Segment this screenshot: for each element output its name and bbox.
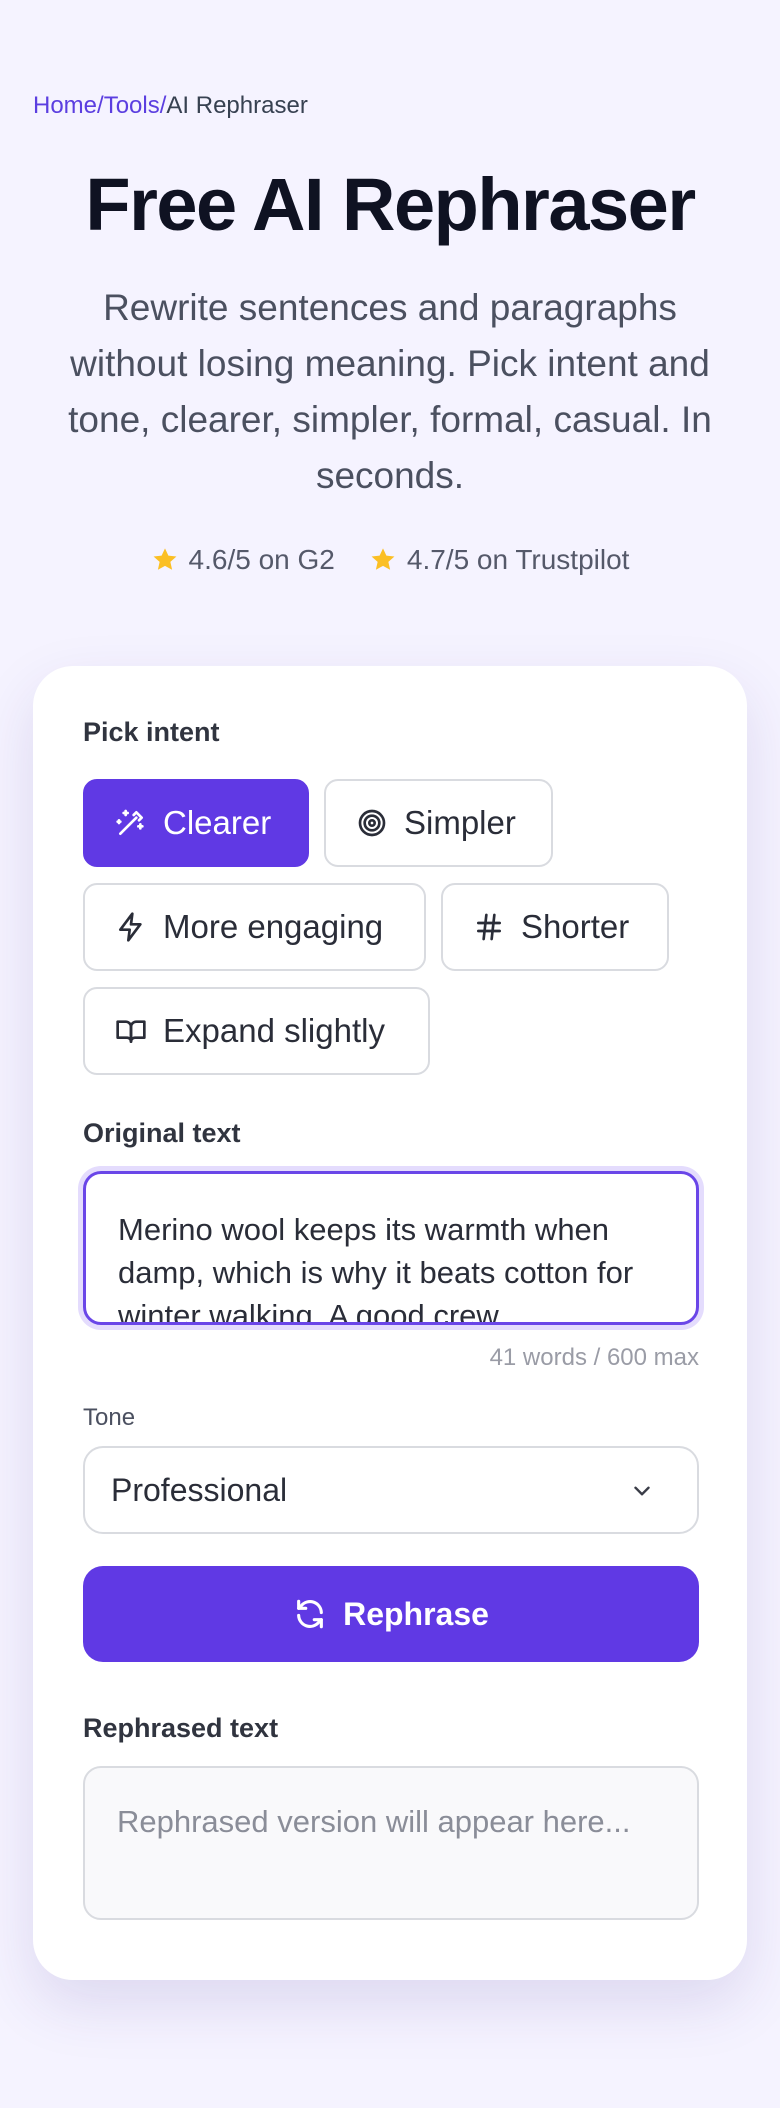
intent-option-label: More engaging xyxy=(163,908,384,945)
intent-option-label: Clearer xyxy=(163,804,272,841)
hash-icon xyxy=(477,913,501,941)
rephrase-button-label: Rephrase xyxy=(343,1595,489,1632)
intent-option-label: Expand slightly xyxy=(163,1012,385,1049)
breadcrumb-current: AI Rephraser xyxy=(166,92,308,119)
tone-select[interactable]: Professional xyxy=(83,1446,699,1534)
intent-option-shorter[interactable]: Shorter xyxy=(441,883,669,971)
rating-trustpilot: 4.7/5 on Trustpilot xyxy=(369,544,630,576)
word-count: 41 words / 600 max xyxy=(489,1344,699,1371)
target-icon xyxy=(358,809,386,837)
magic-wand-icon xyxy=(116,809,144,835)
tone-select-value: Professional xyxy=(111,1471,288,1508)
rating-g2-text: 4.6/5 on G2 xyxy=(188,544,335,575)
breadcrumb: Home/Tools/AI Rephraser xyxy=(33,92,308,120)
star-icon xyxy=(153,548,176,570)
breadcrumb-home-link[interactable]: Home xyxy=(33,92,97,119)
ratings-row: 4.6/5 on G2 4.7/5 on Trustpilot xyxy=(0,544,780,576)
rating-g2: 4.6/5 on G2 xyxy=(151,544,335,576)
intent-option-label: Shorter xyxy=(521,908,630,945)
rephrased-text-label: Rephrased text xyxy=(83,1713,279,1743)
breadcrumb-separator: / xyxy=(97,92,104,119)
original-text-label: Original text xyxy=(83,1118,241,1148)
intent-option-expand-slightly[interactable]: Expand slightly xyxy=(83,987,430,1075)
page-title: Free AI Rephraser xyxy=(85,163,696,246)
intent-option-clearer[interactable]: Clearer xyxy=(83,779,309,867)
star-icon xyxy=(371,548,395,570)
lightning-icon xyxy=(119,912,142,942)
rating-trustpilot-text: 4.7/5 on Trustpilot xyxy=(406,544,630,575)
original-text-input[interactable]: Merino wool keeps its warmth when damp, … xyxy=(83,1171,699,1325)
chevron-down-icon xyxy=(634,1486,650,1496)
rephrased-text-output[interactable]: Rephrased version will appear here... xyxy=(83,1766,699,1920)
refresh-icon xyxy=(297,1599,323,1629)
page-subtitle: Rewrite sentences and paragraphs without… xyxy=(68,287,712,496)
intent-option-label: Simpler xyxy=(404,804,516,841)
rephraser-card: Pick intent Clearer Simpler More engagin… xyxy=(33,666,747,1980)
intent-label: Pick intent xyxy=(83,717,220,747)
intent-option-more-engaging[interactable]: More engaging xyxy=(83,883,426,971)
book-icon xyxy=(116,1020,146,1043)
rephrase-button[interactable]: Rephrase xyxy=(83,1566,699,1662)
breadcrumb-tools-link[interactable]: Tools xyxy=(104,92,160,119)
tone-label: Tone xyxy=(83,1404,136,1431)
intent-option-simpler[interactable]: Simpler xyxy=(324,779,553,867)
